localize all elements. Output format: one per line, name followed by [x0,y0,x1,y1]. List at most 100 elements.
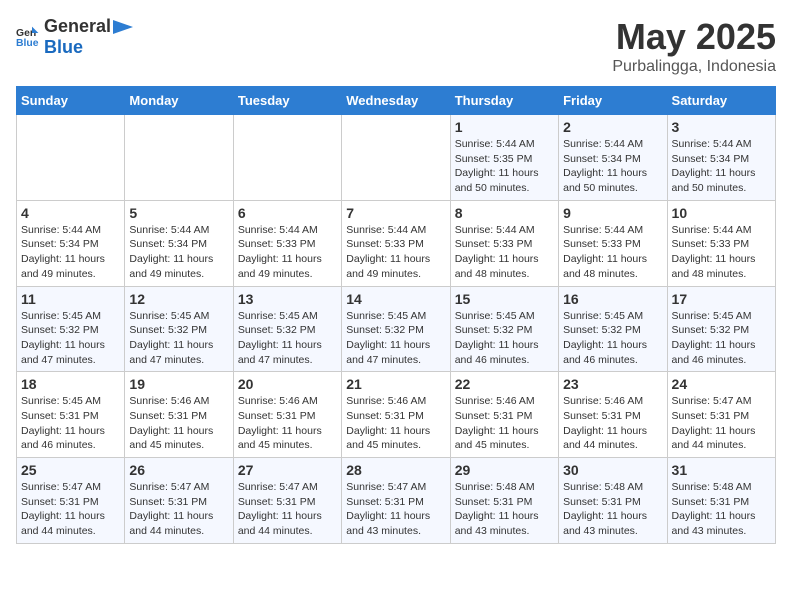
day-info: Sunrise: 5:45 AM Sunset: 5:31 PM Dayligh… [21,394,120,453]
day-info: Sunrise: 5:45 AM Sunset: 5:32 PM Dayligh… [563,309,662,368]
calendar-day-cell [233,115,341,201]
day-info: Sunrise: 5:46 AM Sunset: 5:31 PM Dayligh… [346,394,445,453]
day-info: Sunrise: 5:45 AM Sunset: 5:32 PM Dayligh… [455,309,554,368]
calendar-day-cell: 16 Sunrise: 5:45 AM Sunset: 5:32 PM Dayli… [559,286,667,372]
day-number: 8 [455,205,554,221]
logo-arrow-icon [113,20,133,34]
calendar-day-cell: 1Sunrise: 5:44 AM Sunset: 5:35 PM Daylig… [450,115,558,201]
weekday-header-cell: Wednesday [342,87,450,115]
day-info: Sunrise: 5:45 AM Sunset: 5:32 PM Dayligh… [346,309,445,368]
calendar-day-cell: 27 Sunrise: 5:47 AM Sunset: 5:31 PM Dayli… [233,458,341,544]
calendar-week-row: 11Sunrise: 5:45 AM Sunset: 5:32 PM Dayli… [17,286,776,372]
day-info: Sunrise: 5:46 AM Sunset: 5:31 PM Dayligh… [238,394,337,453]
calendar-day-cell: 15 Sunrise: 5:45 AM Sunset: 5:32 PM Dayli… [450,286,558,372]
logo-blue-text: Blue [44,37,83,57]
calendar-day-cell [342,115,450,201]
day-number: 30 [563,462,662,478]
calendar-day-cell: 10Sunrise: 5:44 AM Sunset: 5:33 PM Dayli… [667,200,775,286]
weekday-header-cell: Tuesday [233,87,341,115]
day-info: Sunrise: 5:44 AM Sunset: 5:34 PM Dayligh… [672,137,771,196]
day-info: Sunrise: 5:44 AM Sunset: 5:34 PM Dayligh… [563,137,662,196]
day-info: Sunrise: 5:45 AM Sunset: 5:32 PM Dayligh… [238,309,337,368]
calendar-day-cell: 28Sunrise: 5:47 AM Sunset: 5:31 PM Dayli… [342,458,450,544]
calendar-day-cell: 14 Sunrise: 5:45 AM Sunset: 5:32 PM Dayli… [342,286,450,372]
day-number: 27 [238,462,337,478]
calendar-day-cell: 30 Sunrise: 5:48 AM Sunset: 5:31 PM Dayli… [559,458,667,544]
day-number: 31 [672,462,771,478]
calendar-day-cell: 7 Sunrise: 5:44 AM Sunset: 5:33 PM Daylig… [342,200,450,286]
calendar-table: SundayMondayTuesdayWednesdayThursdayFrid… [16,86,776,544]
day-info: Sunrise: 5:48 AM Sunset: 5:31 PM Dayligh… [563,480,662,539]
weekday-header-cell: Sunday [17,87,125,115]
day-info: Sunrise: 5:44 AM Sunset: 5:33 PM Dayligh… [346,223,445,282]
day-info: Sunrise: 5:44 AM Sunset: 5:33 PM Dayligh… [455,223,554,282]
day-info: Sunrise: 5:48 AM Sunset: 5:31 PM Dayligh… [455,480,554,539]
day-number: 2 [563,119,662,135]
calendar-day-cell: 6Sunrise: 5:44 AM Sunset: 5:33 PM Daylig… [233,200,341,286]
day-info: Sunrise: 5:46 AM Sunset: 5:31 PM Dayligh… [129,394,228,453]
day-number: 23 [563,376,662,392]
calendar-day-cell: 13 Sunrise: 5:45 AM Sunset: 5:32 PM Dayli… [233,286,341,372]
page-header: Gen Blue General Blue May 2025 Purbaling… [16,16,776,76]
day-number: 15 [455,291,554,307]
day-info: Sunrise: 5:45 AM Sunset: 5:32 PM Dayligh… [672,309,771,368]
calendar-day-cell: 11Sunrise: 5:45 AM Sunset: 5:32 PM Dayli… [17,286,125,372]
calendar-day-cell: 8 Sunrise: 5:44 AM Sunset: 5:33 PM Daylig… [450,200,558,286]
day-number: 5 [129,205,228,221]
day-info: Sunrise: 5:44 AM Sunset: 5:33 PM Dayligh… [563,223,662,282]
calendar-week-row: 4 Sunrise: 5:44 AM Sunset: 5:34 PM Daylig… [17,200,776,286]
calendar-week-row: 25 Sunrise: 5:47 AM Sunset: 5:31 PM Dayli… [17,458,776,544]
calendar-day-cell: 19 Sunrise: 5:46 AM Sunset: 5:31 PM Dayli… [125,372,233,458]
calendar-day-cell: 4 Sunrise: 5:44 AM Sunset: 5:34 PM Daylig… [17,200,125,286]
day-number: 24 [672,376,771,392]
calendar-week-row: 1Sunrise: 5:44 AM Sunset: 5:35 PM Daylig… [17,115,776,201]
logo-general-text: General [44,16,111,37]
day-number: 3 [672,119,771,135]
day-info: Sunrise: 5:46 AM Sunset: 5:31 PM Dayligh… [563,394,662,453]
day-number: 16 [563,291,662,307]
calendar-day-cell: 29 Sunrise: 5:48 AM Sunset: 5:31 PM Dayli… [450,458,558,544]
title-area: May 2025 Purbalingga, Indonesia [612,16,776,76]
svg-text:Blue: Blue [16,38,39,49]
calendar-day-cell [125,115,233,201]
day-number: 19 [129,376,228,392]
day-number: 6 [238,205,337,221]
day-number: 26 [129,462,228,478]
day-number: 21 [346,376,445,392]
day-number: 28 [346,462,445,478]
day-number: 13 [238,291,337,307]
day-info: Sunrise: 5:44 AM Sunset: 5:34 PM Dayligh… [21,223,120,282]
day-number: 29 [455,462,554,478]
day-number: 12 [129,291,228,307]
calendar-day-cell: 3 Sunrise: 5:44 AM Sunset: 5:34 PM Daylig… [667,115,775,201]
calendar-day-cell: 17Sunrise: 5:45 AM Sunset: 5:32 PM Dayli… [667,286,775,372]
calendar-day-cell [17,115,125,201]
day-info: Sunrise: 5:47 AM Sunset: 5:31 PM Dayligh… [672,394,771,453]
calendar-body: 1Sunrise: 5:44 AM Sunset: 5:35 PM Daylig… [17,115,776,544]
day-info: Sunrise: 5:45 AM Sunset: 5:32 PM Dayligh… [21,309,120,368]
weekday-header-row: SundayMondayTuesdayWednesdayThursdayFrid… [17,87,776,115]
day-info: Sunrise: 5:47 AM Sunset: 5:31 PM Dayligh… [238,480,337,539]
weekday-header-cell: Saturday [667,87,775,115]
calendar-day-cell: 5Sunrise: 5:44 AM Sunset: 5:34 PM Daylig… [125,200,233,286]
calendar-day-cell: 12Sunrise: 5:45 AM Sunset: 5:32 PM Dayli… [125,286,233,372]
calendar-day-cell: 20Sunrise: 5:46 AM Sunset: 5:31 PM Dayli… [233,372,341,458]
day-number: 7 [346,205,445,221]
day-number: 4 [21,205,120,221]
calendar-day-cell: 9 Sunrise: 5:44 AM Sunset: 5:33 PM Daylig… [559,200,667,286]
calendar-day-cell: 25 Sunrise: 5:47 AM Sunset: 5:31 PM Dayli… [17,458,125,544]
calendar-day-cell: 31Sunrise: 5:48 AM Sunset: 5:31 PM Dayli… [667,458,775,544]
day-info: Sunrise: 5:46 AM Sunset: 5:31 PM Dayligh… [455,394,554,453]
calendar-day-cell: 21 Sunrise: 5:46 AM Sunset: 5:31 PM Dayli… [342,372,450,458]
month-title: May 2025 [612,16,776,58]
day-number: 14 [346,291,445,307]
day-number: 1 [455,119,554,135]
calendar-day-cell: 23 Sunrise: 5:46 AM Sunset: 5:31 PM Dayli… [559,372,667,458]
day-number: 25 [21,462,120,478]
weekday-header-cell: Thursday [450,87,558,115]
calendar-day-cell: 26Sunrise: 5:47 AM Sunset: 5:31 PM Dayli… [125,458,233,544]
day-number: 22 [455,376,554,392]
day-info: Sunrise: 5:47 AM Sunset: 5:31 PM Dayligh… [21,480,120,539]
location-title: Purbalingga, Indonesia [612,58,776,76]
day-number: 9 [563,205,662,221]
